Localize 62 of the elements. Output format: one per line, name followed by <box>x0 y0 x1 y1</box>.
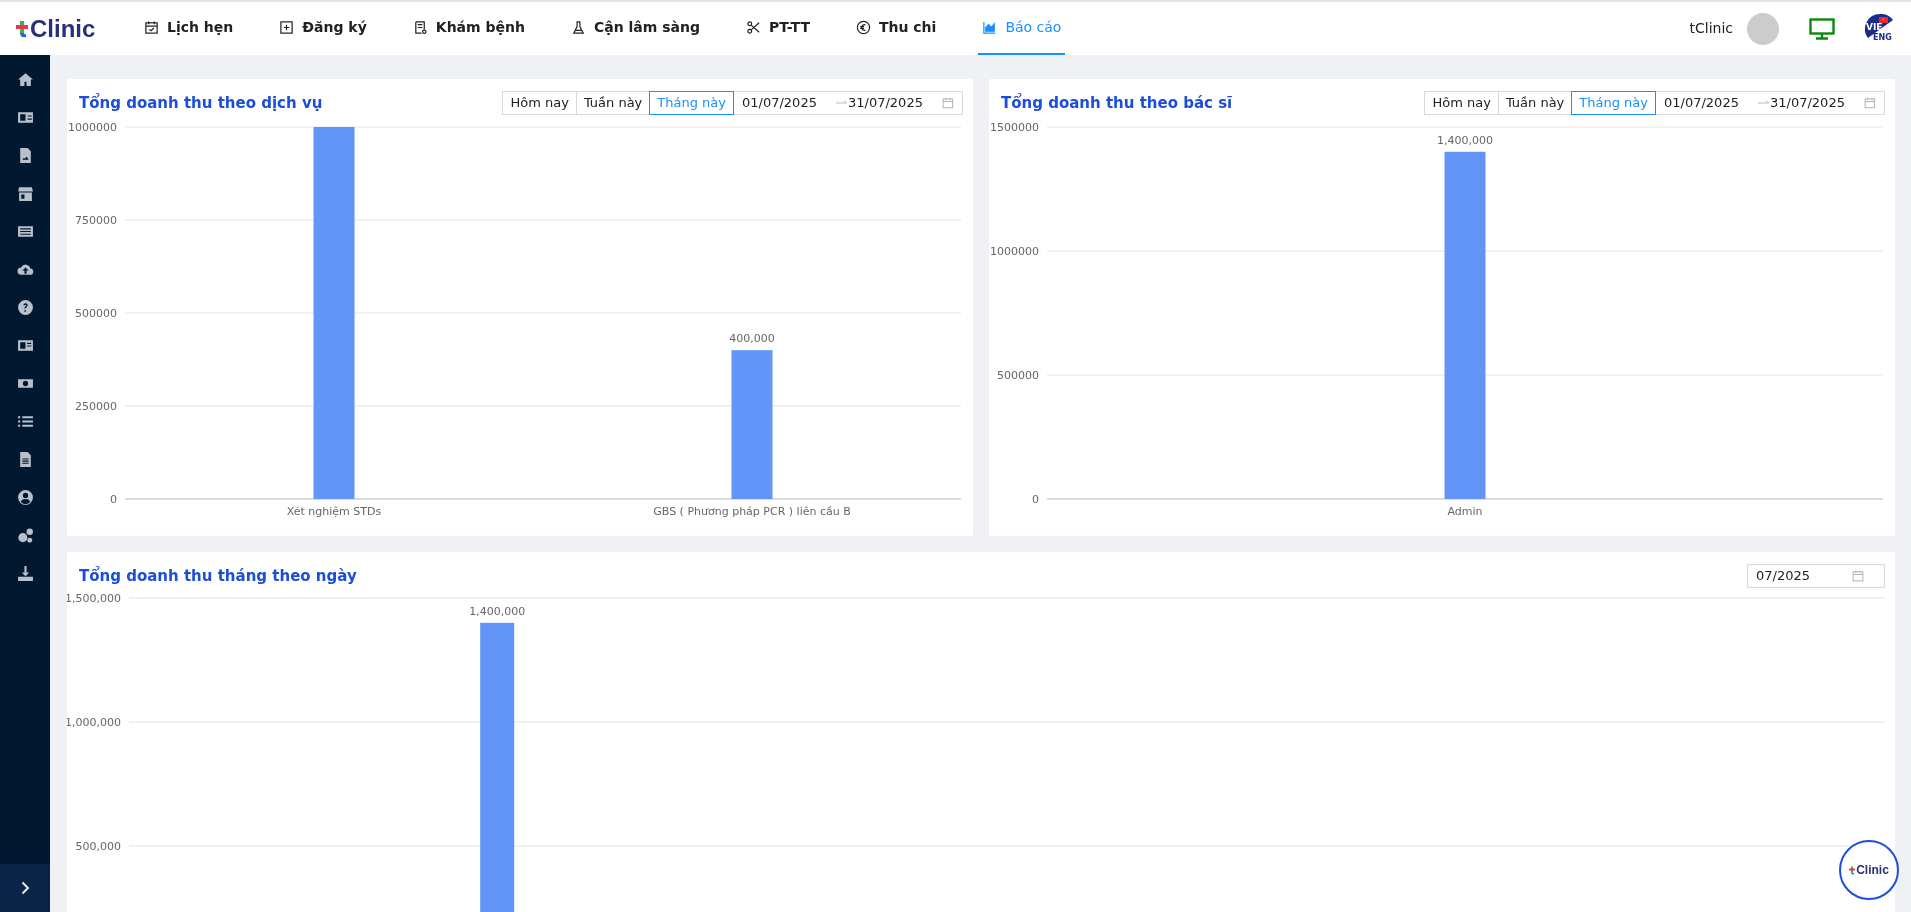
calendar-icon <box>1852 570 1864 582</box>
bar-chart-icon <box>982 20 998 35</box>
question-icon[interactable] <box>16 299 34 316</box>
arrow-right-icon <box>836 100 848 106</box>
bar-value-label: 1,400,000 <box>469 604 526 618</box>
home-icon[interactable] <box>16 71 34 88</box>
nav-tab[interactable]: Cận lâm sàng <box>566 2 704 55</box>
axis-tick-label: 0 <box>1032 493 1039 506</box>
chart-title: Tổng doanh thu theo bác sĩ <box>1001 92 1233 114</box>
flask-icon <box>570 20 586 35</box>
nav-tab[interactable]: Thu chi <box>851 2 941 55</box>
nav-tab[interactable]: Đăng ký <box>275 2 371 55</box>
axis-tick-label: 250000 <box>75 400 117 413</box>
month-field[interactable]: 07/2025 <box>1747 564 1885 588</box>
calendar-icon <box>1864 97 1876 109</box>
preset-button[interactable]: Tuần này <box>575 91 651 115</box>
euro-icon <box>855 20 871 35</box>
date-range-field[interactable]: 01/07/2025 31/07/2025 <box>733 91 963 115</box>
clipboard-icon <box>412 20 428 35</box>
monitor-icon[interactable] <box>1809 17 1835 40</box>
preset-button[interactable]: Tuần này <box>1497 91 1573 115</box>
axis-tick-label: 1500000 <box>990 121 1039 134</box>
date-range-field[interactable]: 01/07/2025 31/07/2025 <box>1655 91 1885 115</box>
arrow-right-icon <box>1758 100 1770 106</box>
list-card-icon[interactable] <box>16 223 34 240</box>
category-label: Admin <box>1447 505 1483 518</box>
plus-square-icon <box>279 20 295 35</box>
newspaper-icon[interactable] <box>16 337 34 354</box>
axis-tick-label: 1,000,000 <box>67 716 121 729</box>
bar-value-label: 1,400,000 <box>1437 133 1493 147</box>
preset-button[interactable]: Hôm nay <box>1424 91 1499 115</box>
axis-tick-label: 750000 <box>75 214 117 227</box>
gears-icon[interactable] <box>16 527 34 544</box>
chart-title: Tổng doanh thu theo dịch vụ <box>79 92 323 114</box>
sidebar-toggle-button[interactable] <box>0 864 50 912</box>
preset-button[interactable]: Hôm nay <box>502 91 577 115</box>
axis-tick-label: 1000000 <box>68 121 117 134</box>
axis-tick-label: 1000000 <box>990 245 1039 258</box>
logo-text: Clinic <box>30 13 96 44</box>
axis-tick-label: 500000 <box>997 369 1039 382</box>
axis-tick-label: 0 <box>110 493 117 506</box>
chevron-right-icon <box>20 881 30 895</box>
list-icon[interactable] <box>16 413 34 430</box>
id-card-icon[interactable] <box>16 109 34 126</box>
chart-title: Tổng doanh thu tháng theo ngày <box>79 565 357 587</box>
axis-tick-label: 1,500,000 <box>67 592 121 605</box>
storefront-icon[interactable] <box>16 185 34 202</box>
category-label: GBS ( Phương pháp PCR ) liên cầu B <box>653 505 851 518</box>
axis-tick-label: 500000 <box>75 307 117 320</box>
bar-value-label: 400,000 <box>729 332 775 346</box>
calendar-icon <box>942 97 954 109</box>
axis-tick-label: 500,000 <box>75 840 121 853</box>
calendar-icon <box>144 20 159 35</box>
user-name: tClinic <box>1689 19 1733 38</box>
nav-tab[interactable]: Khám bệnh <box>408 2 529 55</box>
logo-icon <box>16 18 30 39</box>
download-icon[interactable] <box>16 565 34 582</box>
category-label: Xét nghiệm STDs <box>286 505 382 518</box>
scissors-icon <box>746 20 761 35</box>
nav-tab[interactable]: Lịch hẹn <box>140 2 238 55</box>
logo-icon <box>1849 864 1857 876</box>
nav-tab[interactable]: PT-TT <box>742 2 814 55</box>
